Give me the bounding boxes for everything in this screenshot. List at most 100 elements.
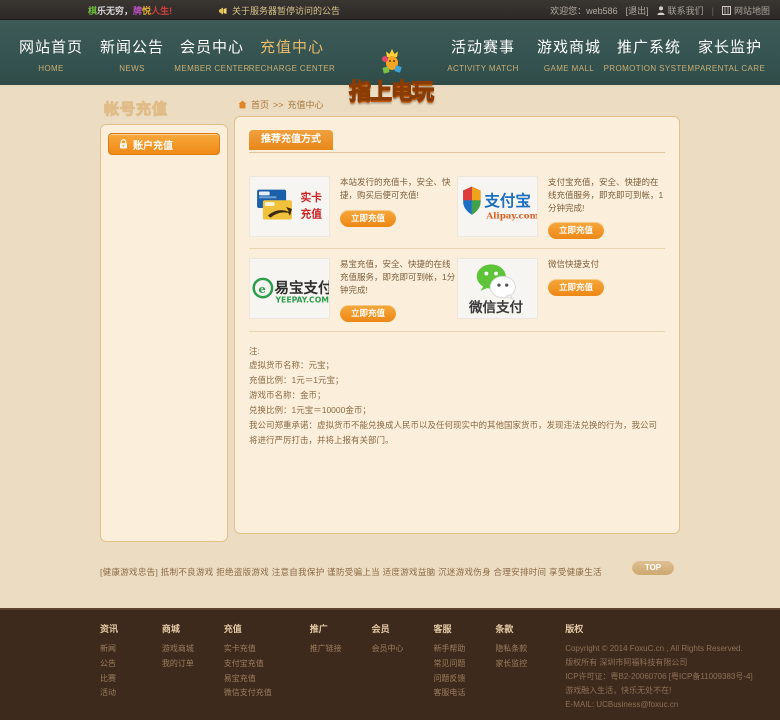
footer-link[interactable]: 易宝充值	[224, 672, 310, 687]
main-column: 首页 >> 充值中心 推荐充值方式	[234, 98, 680, 534]
payment-method-card: 实卡 充值 本站发行的充值卡，安全、快捷，购买后便可充值! 立即充值	[249, 167, 457, 249]
nav-item-game-mall[interactable]: 游戏商城 GAME MALL	[523, 20, 615, 88]
svg-text:实卡: 实卡	[301, 191, 323, 204]
nav-label-cn: 活动赛事	[437, 36, 529, 57]
footer-link[interactable]: 公告	[100, 657, 162, 672]
nav-label-cn: 会员中心	[166, 36, 258, 57]
home-icon	[238, 100, 247, 109]
site-footer: 资讯 新闻 公告 比赛 活动 商城 游戏商城 我的订单 充值 实卡充值 支付宝充…	[0, 608, 780, 720]
nav-label-cn: 家长监护	[684, 36, 776, 57]
footer-link[interactable]: 客服电话	[433, 686, 495, 701]
footer-column-header: 商城	[162, 622, 224, 635]
map-icon	[722, 6, 731, 15]
footer-column-support: 客服 新手帮助 常见问题 问题反馈 客服电话	[433, 622, 495, 712]
footer-link[interactable]: 新闻	[100, 642, 162, 657]
nav-item-recharge-center[interactable]: 充值中心 RECHARGE CENTER	[246, 20, 338, 88]
nav-label-en: MEMBER CENTER	[166, 64, 258, 73]
copyright-line: Copyright © 2014 FoxuC.cn , All Rights R…	[565, 642, 780, 656]
breadcrumb: 首页 >> 充值中心	[234, 98, 680, 111]
announcement-link[interactable]: 关于服务器暂停访问的公告	[218, 4, 340, 17]
nav-label-cn: 推广系统	[603, 36, 695, 57]
footer-link[interactable]: 家长监控	[495, 657, 557, 672]
nav-label-cn: 游戏商城	[523, 36, 615, 57]
nav-label-cn: 充值中心	[246, 36, 338, 57]
sidebar-panel: 账户充值	[100, 124, 228, 542]
footer-link[interactable]: 隐私条款	[495, 642, 557, 657]
payment-methods-grid: 实卡 充值 本站发行的充值卡，安全、快捷，购买后便可充值! 立即充值	[249, 167, 665, 332]
announcement-text: 关于服务器暂停访问的公告	[232, 4, 340, 17]
note-line: 虚拟货币名称：元宝；	[249, 358, 665, 373]
logout-link[interactable]: [退出]	[626, 4, 649, 17]
wechat-pay-icon: 微信支付	[458, 259, 537, 318]
svg-text:充值: 充值	[301, 208, 323, 221]
slogan-part-5: 人生!	[151, 6, 172, 16]
breadcrumb-separator: >>	[273, 100, 284, 110]
footer-link[interactable]: 我的订单	[162, 657, 224, 672]
sitemap-link[interactable]: 网站地图	[722, 4, 770, 17]
recharge-now-button-yeepay[interactable]: 立即充值	[340, 305, 396, 322]
footer-link[interactable]: 新手帮助	[433, 642, 495, 657]
footer-link[interactable]: 支付宝充值	[224, 657, 310, 672]
nav-item-news[interactable]: 新闻公告 NEWS	[86, 20, 178, 88]
footer-link[interactable]: 微信支付充值	[224, 686, 310, 701]
yeepay-logo: e 易宝支付 YEEPAY.COM	[249, 258, 330, 319]
sidebar-item-account-recharge[interactable]: 账户充值	[108, 133, 220, 155]
breadcrumb-home[interactable]: 首页	[251, 98, 269, 111]
nav-item-member-center[interactable]: 会员中心 MEMBER CENTER	[166, 20, 258, 88]
recharge-now-button-card[interactable]: 立即充值	[340, 210, 396, 227]
healthy-gaming-notice: [健康游戏忠告] 抵制不良游戏 拒绝盗版游戏 注意自我保护 谨防受骗上当 适度游…	[100, 566, 680, 578]
footer-column-header: 条款	[495, 622, 557, 635]
footer-column-header: 版权	[565, 622, 780, 635]
recharge-notes: 注: 虚拟货币名称：元宝； 充值比例：1元＝1元宝； 游戏币名称：金币； 兑换比…	[249, 344, 665, 448]
footer-column-header: 会员	[372, 622, 434, 635]
top-right-group: 欢迎您：web586 [退出] 联系我们 | 网站地图	[550, 4, 770, 17]
nav-item-home[interactable]: 网站首页 HOME	[5, 20, 97, 88]
footer-link[interactable]: 常见问题	[433, 657, 495, 672]
svg-text:YEEPAY.COM: YEEPAY.COM	[274, 296, 328, 305]
sidebar-title: 帐号充值	[104, 98, 228, 119]
footer-link[interactable]: 活动	[100, 686, 162, 701]
footer-column-news: 资讯 新闻 公告 比赛 活动	[100, 622, 162, 712]
lock-icon	[119, 139, 128, 149]
slogan-part-1: 棋	[88, 6, 97, 16]
nav-item-promotion-system[interactable]: 推广系统 PROMOTION SYSTEM	[603, 20, 695, 88]
nav-item-activity-match[interactable]: 活动赛事 ACTIVITY MATCH	[437, 20, 529, 88]
footer-link[interactable]: 实卡充值	[224, 642, 310, 657]
contact-us-link[interactable]: 联系我们	[657, 4, 704, 17]
footer-link[interactable]: 会员中心	[372, 642, 434, 657]
svg-text:微信支付: 微信支付	[468, 299, 524, 316]
recharge-now-button-wechat[interactable]: 立即充值	[548, 279, 604, 296]
slogan-part-3: 牌	[133, 6, 142, 16]
bank-cards-icon: 实卡 充值	[250, 177, 329, 236]
footer-column-promotion: 推广 推广链接	[310, 622, 372, 712]
footer-link[interactable]: 推广链接	[310, 642, 372, 657]
footer-link[interactable]: 问题反馈	[433, 672, 495, 687]
copyright-line: ICP许可证：粤B2-20060706 [粤ICP备11009383号-4]	[565, 670, 780, 684]
note-line: 游戏币名称：金币；	[249, 388, 665, 403]
back-to-top-button[interactable]: TOP	[632, 560, 674, 575]
megaphone-icon	[218, 6, 228, 16]
alipay-description: 支付宝充值，安全、快捷的在线充值服务，即充即可到帐，1分钟完成!	[548, 176, 665, 214]
note-line: 充值比例：1元＝1元宝；	[249, 373, 665, 388]
footer-link[interactable]: 比赛	[100, 672, 162, 687]
footer-link[interactable]: 游戏商城	[162, 642, 224, 657]
top-separator: |	[712, 6, 714, 16]
nav-label-en: ACTIVITY MATCH	[437, 64, 529, 73]
person-icon	[657, 6, 665, 15]
top-utility-bar: 棋乐无穷，牌悦人生! 关于服务器暂停访问的公告 欢迎您：web586 [退出] …	[0, 0, 780, 20]
footer-columns: 资讯 新闻 公告 比赛 活动 商城 游戏商城 我的订单 充值 实卡充值 支付宝充…	[100, 622, 780, 712]
site-logo[interactable]: 指上电玩	[345, 46, 437, 114]
tab-recommended-methods[interactable]: 推荐充值方式	[249, 130, 333, 150]
main-navigation: 网站首页 HOME 新闻公告 NEWS 会员中心 MEMBER CENTER 充…	[0, 20, 780, 88]
welcome-text: 欢迎您：web586	[550, 4, 618, 17]
svg-text:Alipay.com: Alipay.com	[485, 212, 537, 222]
sidebar-item-label: 账户充值	[133, 137, 173, 152]
note-line: 我公司郑重承诺：虚拟货币不能兑换成人民币以及任何现实中的其他国家货币，发现违法兑…	[249, 418, 665, 448]
recharge-now-button-alipay[interactable]: 立即充值	[548, 222, 604, 239]
footer-column-terms: 条款 隐私条款 家长监控	[495, 622, 557, 712]
footer-column-mall: 商城 游戏商城 我的订单	[162, 622, 224, 712]
footer-column-header: 客服	[433, 622, 495, 635]
nav-item-parental-care[interactable]: 家长监护 PARENTAL CARE	[684, 20, 776, 88]
footer-column-header: 资讯	[100, 622, 162, 635]
nav-label-en: PROMOTION SYSTEM	[603, 64, 695, 73]
